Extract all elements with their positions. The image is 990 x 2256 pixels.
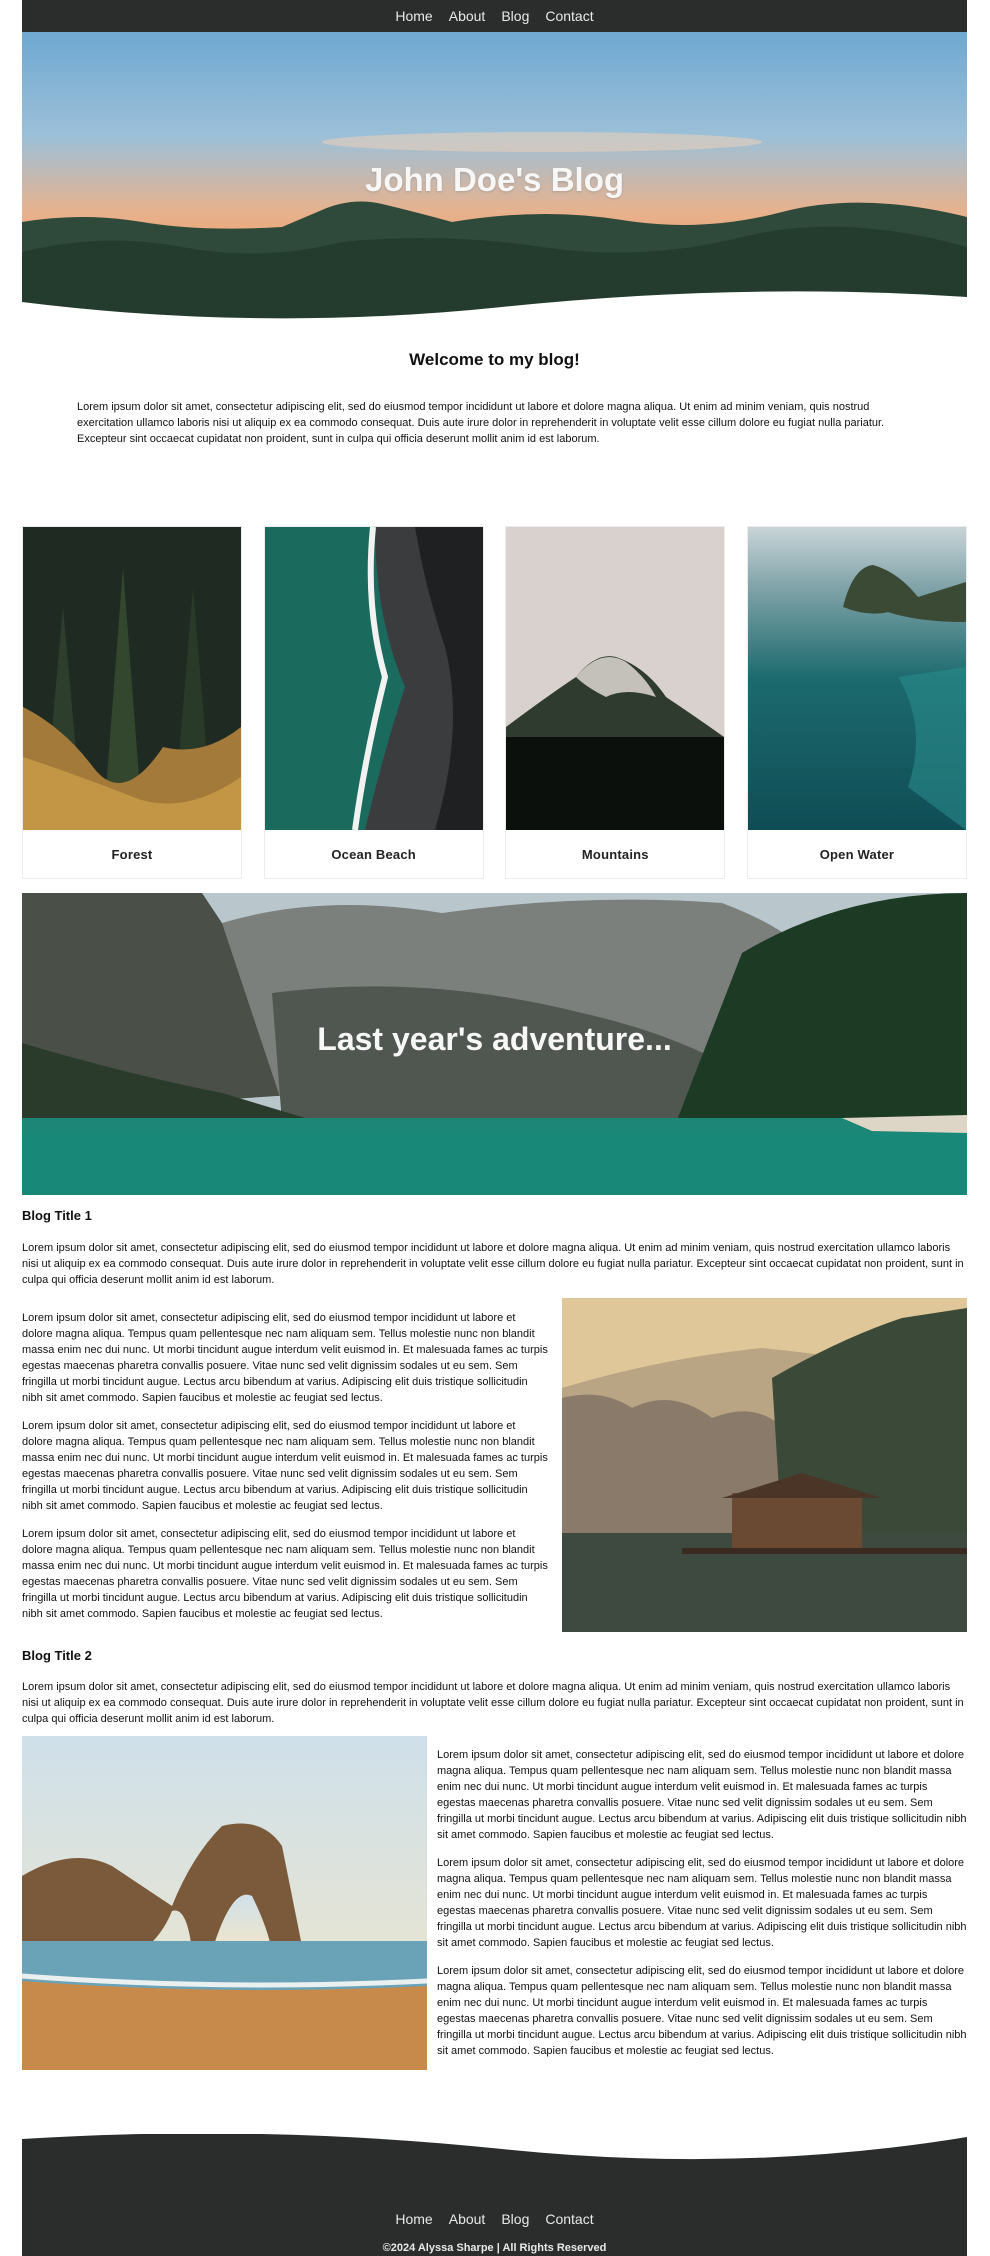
hero-banner: John Doe's Blog <box>22 32 967 332</box>
blog-2-paragraph: Lorem ipsum dolor sit amet, consectetur … <box>437 1965 967 2057</box>
card-label: Open Water <box>819 846 895 862</box>
blog-1-image <box>562 1298 967 1632</box>
blog-title-1: Blog Title 1 <box>22 1208 92 1223</box>
card-image <box>23 527 241 830</box>
blog-2-paragraph: Lorem ipsum dolor sit amet, consectetur … <box>437 1749 967 1841</box>
blog-2-image <box>22 1736 427 2070</box>
footer-link-blog[interactable]: Blog <box>501 2211 529 2227</box>
welcome-title: Welcome to my blog! <box>409 350 580 369</box>
nav-link-blog[interactable]: Blog <box>501 8 529 24</box>
hero-title: John Doe's Blog <box>364 161 625 198</box>
card-ocean-beach[interactable]: Ocean Beach <box>263 526 484 879</box>
footer-link-home[interactable]: Home <box>395 2211 432 2227</box>
welcome-text: Lorem ipsum dolor sit amet, consectetur … <box>77 401 885 445</box>
nav-link-home[interactable]: Home <box>395 8 432 24</box>
nav-link-about[interactable]: About <box>449 8 486 24</box>
card-image <box>264 527 483 830</box>
card-mountains[interactable]: Mountains <box>505 526 726 879</box>
category-cards: Forest Ocean Beach Mountains Open Water <box>22 526 967 879</box>
top-nav: Home About Blog Contact <box>22 0 967 32</box>
blog-1-paragraph: Lorem ipsum dolor sit amet, consectetur … <box>22 1528 548 1620</box>
footer-link-contact[interactable]: Contact <box>545 2211 593 2227</box>
blog-1-intro: Lorem ipsum dolor sit amet, consectetur … <box>22 1242 964 1286</box>
blog-1-paragraph: Lorem ipsum dolor sit amet, consectetur … <box>22 1312 548 1404</box>
card-forest[interactable]: Forest <box>22 526 242 879</box>
card-label: Mountains <box>581 846 649 862</box>
adventure-title: Last year's adventure... <box>317 1021 672 1057</box>
footer-wave <box>22 2134 967 2256</box>
footer: Home About Blog Contact ©2024 Alyssa Sha… <box>22 2134 967 2256</box>
blog-2-paragraph: Lorem ipsum dolor sit amet, consectetur … <box>437 1857 967 1949</box>
blog-1-paragraph: Lorem ipsum dolor sit amet, consectetur … <box>22 1420 548 1512</box>
card-label: Ocean Beach <box>331 846 416 862</box>
card-open-water[interactable]: Open Water <box>746 526 967 879</box>
card-label: Forest <box>111 846 153 862</box>
adventure-banner: Last year's adventure... <box>22 893 967 1195</box>
blog-2-intro: Lorem ipsum dolor sit amet, consectetur … <box>22 1681 964 1725</box>
nav-link-contact[interactable]: Contact <box>545 8 593 24</box>
blog-title-2: Blog Title 2 <box>22 1648 92 1663</box>
card-image <box>747 527 966 830</box>
footer-nav: Home About Blog Contact <box>22 2211 967 2227</box>
copyright-text: ©2024 Alyssa Sharpe | All Rights Reserve… <box>382 2242 607 2254</box>
footer-link-about[interactable]: About <box>449 2211 486 2227</box>
card-image <box>506 527 725 830</box>
